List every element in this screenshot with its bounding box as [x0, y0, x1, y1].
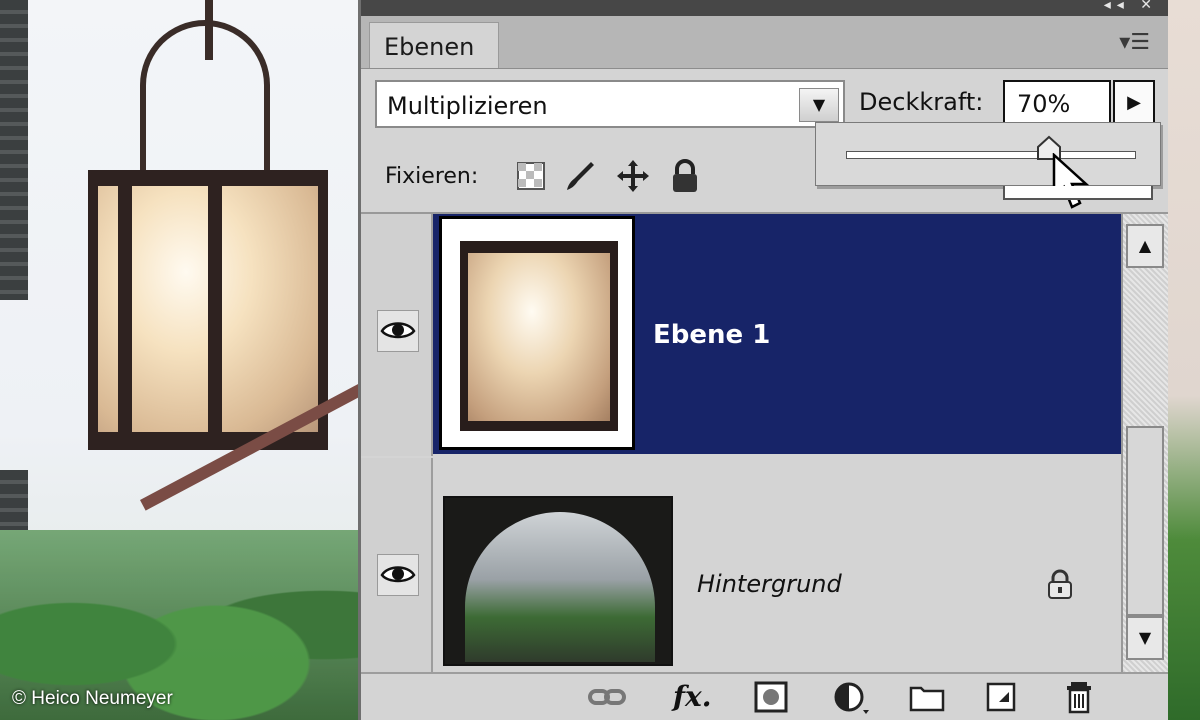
- visibility-column: [361, 458, 433, 684]
- mouse-cursor-icon: [1052, 153, 1090, 209]
- background-photo: © Heico Neumeyer: [0, 0, 360, 720]
- scroll-up-button[interactable]: ▲: [1126, 224, 1164, 268]
- new-group-icon[interactable]: [907, 680, 947, 714]
- opacity-slider-track[interactable]: [846, 151, 1136, 159]
- layer-list: Ebene 1 Hintergrund ▲ ▼: [361, 212, 1168, 684]
- chevron-down-icon[interactable]: ▼: [799, 88, 839, 122]
- lock-transparent-pixels-icon[interactable]: [513, 158, 549, 194]
- opacity-input[interactable]: 70%: [1003, 80, 1111, 126]
- lock-icon: [1048, 569, 1072, 599]
- fx-icon[interactable]: fx.: [673, 680, 712, 713]
- layer-row-background[interactable]: Hintergrund: [433, 458, 1121, 684]
- layers-panel: ◂◂ ✕ Ebenen ▾☰ Multiplizieren ▼ Deckkraf…: [358, 0, 1168, 720]
- layer-thumbnail: [439, 216, 635, 450]
- photo-credit: © Heico Neumeyer: [12, 688, 173, 709]
- panel-titlebar[interactable]: ◂◂ ✕: [361, 0, 1168, 16]
- new-layer-icon[interactable]: [981, 680, 1021, 714]
- opacity-value: 70%: [1017, 90, 1071, 118]
- adjustment-layer-icon[interactable]: [831, 680, 871, 714]
- collapse-close-icons[interactable]: ◂◂ ✕: [1104, 0, 1158, 13]
- layer-mask-icon[interactable]: [751, 680, 791, 714]
- layer-row[interactable]: Hintergrund: [361, 458, 1121, 684]
- visibility-toggle[interactable]: [377, 310, 419, 352]
- link-layers-icon[interactable]: [587, 680, 627, 714]
- layer-thumbnail: [443, 496, 673, 666]
- lock-all-icon[interactable]: [667, 158, 703, 194]
- tab-layers[interactable]: Ebenen: [369, 22, 499, 68]
- layer-name[interactable]: Hintergrund: [697, 570, 842, 598]
- panel-bottom-toolbar: fx.: [361, 672, 1168, 720]
- background-photo-right-edge: [1168, 0, 1200, 720]
- fill-field-partial[interactable]: [1003, 186, 1153, 200]
- visibility-column: [361, 214, 433, 456]
- panel-tab-row: Ebenen ▾☰: [361, 16, 1168, 69]
- opacity-slider-popup: [815, 122, 1161, 209]
- layer-row-selected[interactable]: Ebene 1: [433, 214, 1121, 454]
- lock-label: Fixieren:: [385, 164, 479, 189]
- layer-name[interactable]: Ebene 1: [653, 320, 770, 350]
- scroll-down-button[interactable]: ▼: [1126, 616, 1164, 660]
- arrow-right-icon: ▶: [1127, 92, 1141, 113]
- panel-menu-icon[interactable]: ▾☰: [1119, 30, 1150, 55]
- lock-image-pixels-icon[interactable]: [561, 158, 597, 194]
- layer-row[interactable]: Ebene 1: [361, 214, 1121, 456]
- lock-position-icon[interactable]: [615, 158, 651, 194]
- eye-icon: [380, 566, 416, 583]
- lantern-thumbnail: [460, 241, 618, 431]
- eye-icon: [380, 322, 416, 339]
- courtyard-thumbnail: [465, 512, 655, 662]
- opacity-slider-toggle[interactable]: ▶: [1113, 80, 1155, 126]
- layer-list-scrollbar[interactable]: ▲ ▼: [1121, 214, 1168, 672]
- blend-mode-value: Multiplizieren: [387, 92, 548, 120]
- window-shutter-lower: [0, 470, 28, 530]
- lantern: [88, 170, 328, 450]
- trash-icon[interactable]: [1059, 680, 1099, 714]
- opacity-label: Deckkraft:: [859, 88, 984, 116]
- blend-mode-select[interactable]: Multiplizieren ▼: [375, 80, 845, 128]
- lantern-hanger: [140, 20, 270, 180]
- window-shutter: [0, 0, 28, 300]
- scroll-thumb[interactable]: [1126, 426, 1164, 616]
- visibility-toggle[interactable]: [377, 554, 419, 596]
